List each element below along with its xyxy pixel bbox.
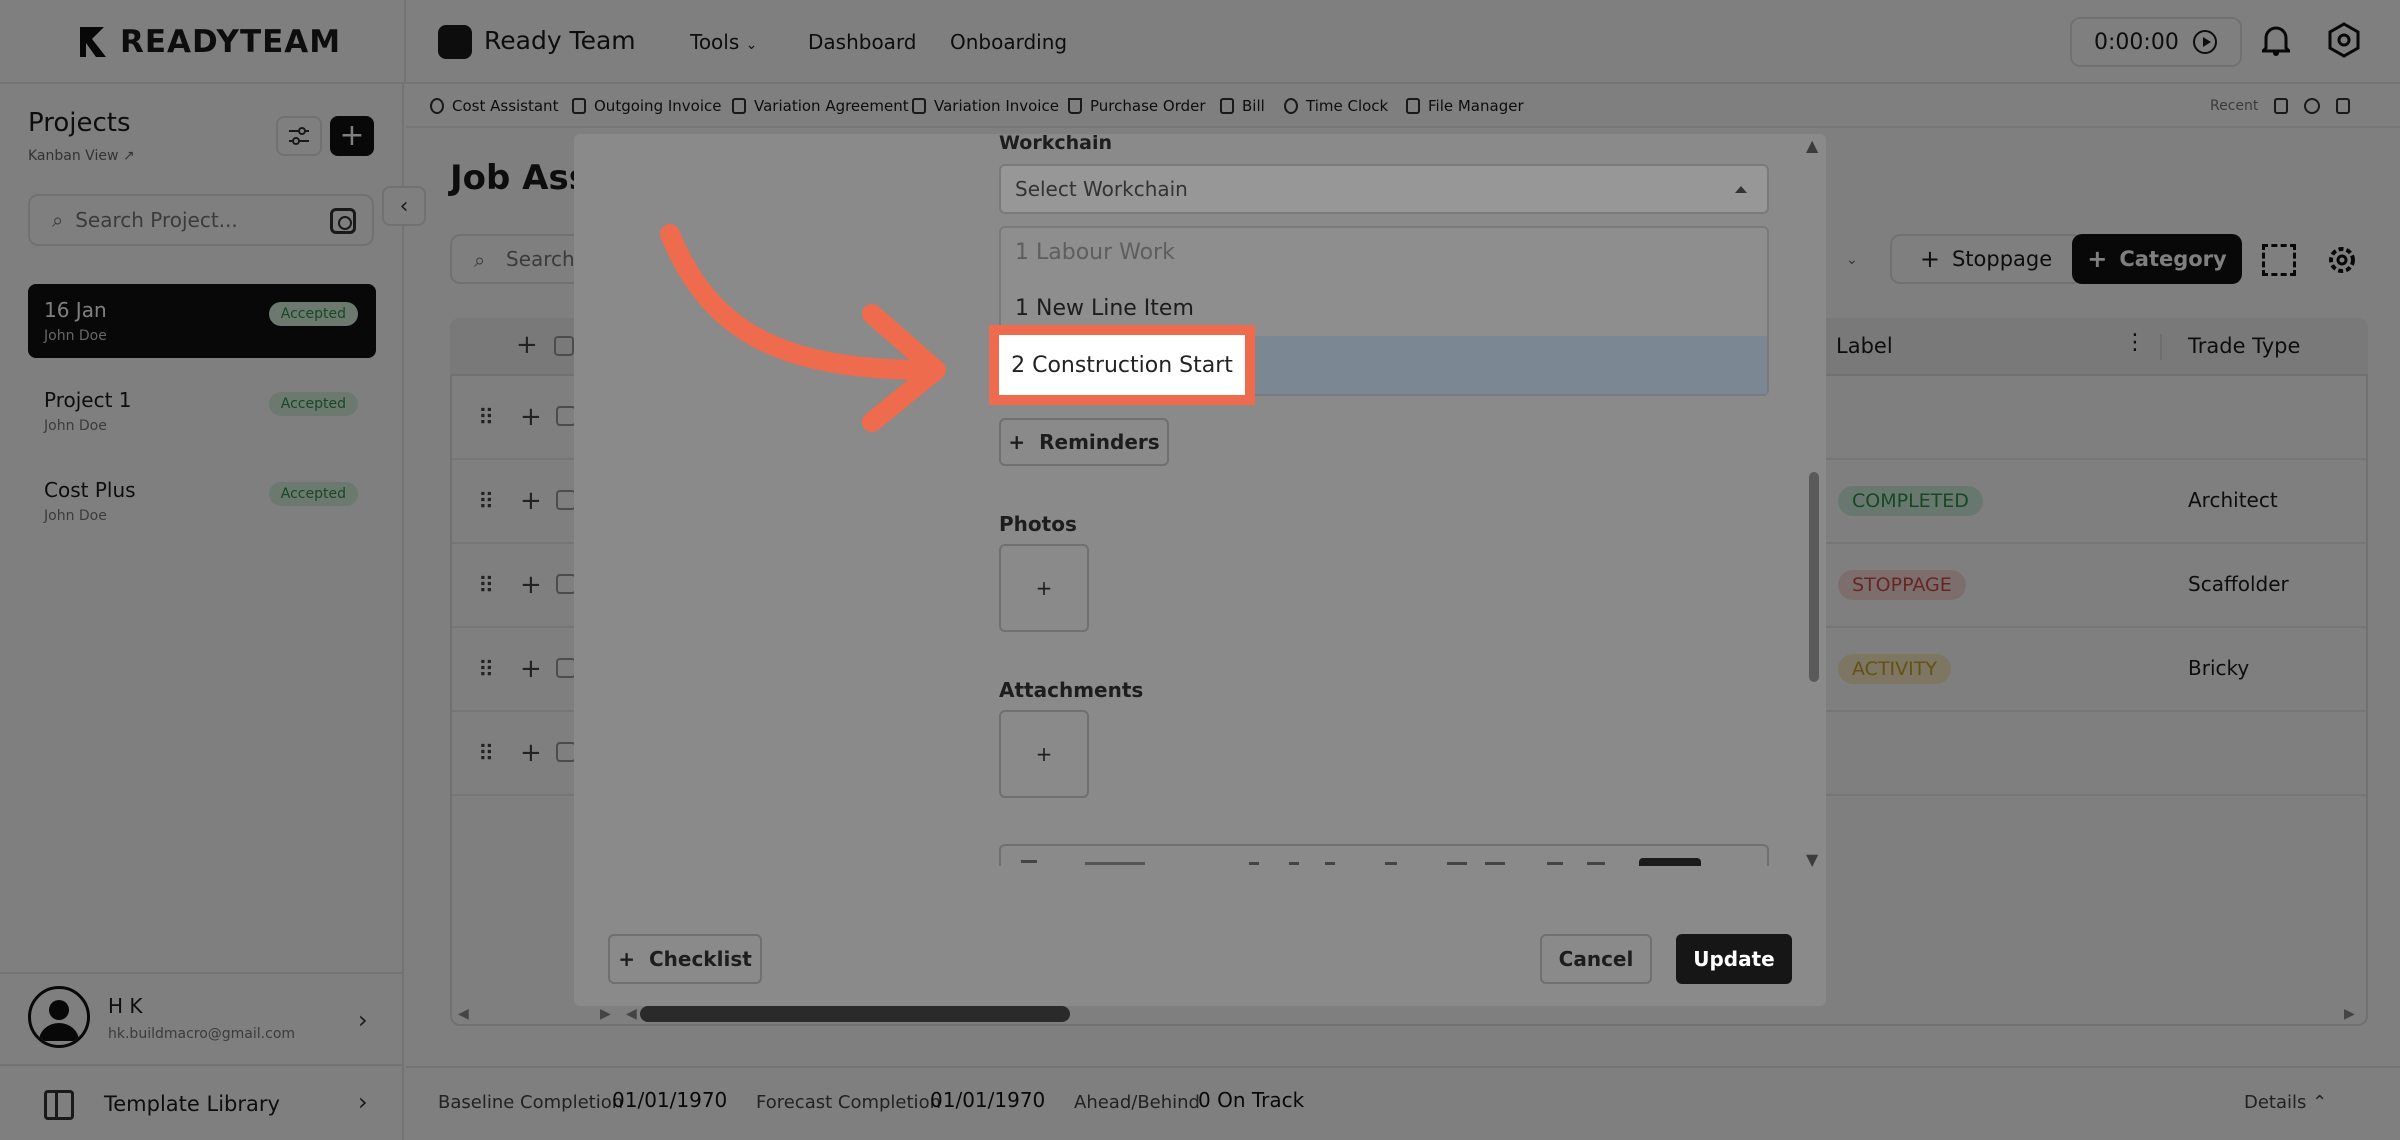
attachments-label: Attachments (999, 678, 1144, 702)
workchain-option[interactable]: 1 Labour Work (1015, 240, 1175, 265)
workchain-label: Workchain (999, 132, 1112, 154)
photos-label: Photos (999, 512, 1077, 536)
scroll-up-icon[interactable]: ▲ (1806, 136, 1818, 155)
add-attachment-button[interactable]: + (999, 710, 1089, 798)
caret-up-icon (1735, 186, 1747, 193)
workchain-select[interactable]: Select Workchain (999, 164, 1769, 214)
plus-icon: + (1008, 430, 1026, 454)
scroll-down-icon[interactable]: ▼ (1806, 850, 1818, 869)
workchain-option[interactable]: 1 New Line Item (1015, 296, 1194, 321)
cancel-button[interactable]: Cancel (1540, 934, 1652, 984)
highlighted-option-callout[interactable]: 2 Construction Start (989, 325, 1255, 405)
modal-scrollbar-thumb[interactable] (1809, 472, 1819, 682)
editor-scroll-mask (999, 866, 1769, 878)
update-button[interactable]: Update (1676, 934, 1792, 984)
reminders-button[interactable]: + Reminders (999, 418, 1169, 466)
plus-icon: + (618, 947, 635, 971)
tutorial-arrow-icon (660, 224, 946, 432)
add-photo-button[interactable]: + (999, 544, 1089, 632)
checklist-button[interactable]: + Checklist (608, 934, 762, 984)
